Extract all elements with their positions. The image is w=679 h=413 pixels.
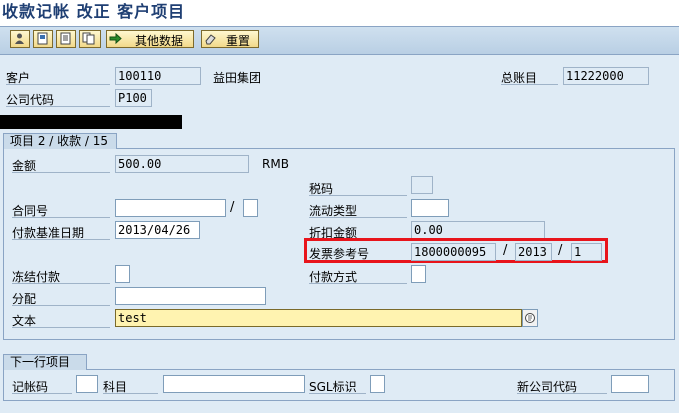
copy-icon: [82, 32, 95, 45]
redaction-bar: [0, 115, 182, 129]
contract-label-underline: [12, 217, 110, 218]
freeze-label-underline: [12, 283, 110, 284]
eraser-icon: [205, 34, 216, 45]
application-toolbar: 其他数据 重置: [0, 27, 679, 55]
reset-label: 重置: [226, 34, 251, 48]
contract-slash: /: [230, 200, 235, 215]
baseline-date-field[interactable]: 2013/04/26: [115, 221, 200, 239]
invoice-ref-number-field[interactable]: 1800000095: [411, 243, 496, 261]
other-data-button[interactable]: 其他数据: [106, 30, 194, 48]
customer-name: 益田集团: [213, 71, 262, 85]
currency-label: RMB: [262, 157, 289, 171]
invoice-ref-label: 发票参考号: [309, 247, 370, 261]
arrow-right-icon: [109, 32, 122, 45]
person-icon: [15, 33, 24, 44]
long-text-icon: [525, 313, 535, 323]
amount-field[interactable]: 500.00: [115, 155, 249, 173]
text-label-underline: [12, 327, 110, 328]
amount-label-underline: [12, 172, 110, 173]
baseline-label-underline: [12, 239, 110, 240]
posting-key-underline: [12, 393, 72, 394]
header-icon: [37, 32, 48, 45]
assignment-field[interactable]: [115, 287, 266, 305]
contract-field[interactable]: [115, 199, 226, 217]
customer-label-underline: [6, 84, 110, 85]
tax-code-field[interactable]: [411, 176, 433, 194]
invoice-slash-2: /: [558, 243, 563, 258]
new-company-underline: [517, 393, 607, 394]
invoice-slash-1: /: [503, 243, 508, 258]
account-field[interactable]: [163, 375, 305, 393]
tax-label-underline: [309, 195, 407, 196]
title-bar: 收款记帐 改正 客户项目: [0, 0, 679, 22]
freeze-payment-field[interactable]: [115, 265, 130, 283]
posting-key-field[interactable]: [76, 375, 98, 393]
document-icon-button[interactable]: [56, 30, 76, 48]
invoice-ref-item-field[interactable]: 1: [571, 243, 602, 261]
sgl-label-underline: [309, 393, 366, 394]
flow-label-underline: [309, 217, 407, 218]
page-title: 收款记帐 改正 客户项目: [2, 2, 186, 21]
contract-type-field[interactable]: [243, 199, 258, 217]
gl-account-field[interactable]: 11222000: [563, 67, 649, 85]
choose-icon-button[interactable]: [10, 30, 30, 48]
reset-button[interactable]: 重置: [201, 30, 259, 48]
payment-method-field[interactable]: [411, 265, 426, 283]
new-company-code-field[interactable]: [611, 375, 649, 393]
company-label-underline: [6, 106, 110, 107]
document-icon: [60, 32, 71, 45]
account-label-underline: [103, 393, 158, 394]
assignment-label-underline: [12, 305, 110, 306]
sgl-indicator-field[interactable]: [370, 375, 385, 393]
discount-field[interactable]: 0.00: [411, 221, 545, 239]
company-code-field[interactable]: P100: [115, 89, 152, 107]
gl-label-underline: [501, 84, 558, 85]
flow-type-field[interactable]: [411, 199, 449, 217]
item-group-title: 项目 2 / 收款 / 15: [3, 133, 117, 149]
payment-label-underline: [309, 283, 407, 284]
invoice-ref-year-field[interactable]: 2013: [515, 243, 552, 261]
copy-icon-button[interactable]: [79, 30, 101, 48]
next-line-group-title: 下一行项目: [3, 354, 87, 370]
customer-field[interactable]: 100110: [115, 67, 201, 85]
long-text-button[interactable]: [522, 309, 538, 327]
header-icon-button[interactable]: [33, 30, 53, 48]
text-field[interactable]: test: [115, 309, 522, 327]
other-data-label: 其他数据: [135, 34, 184, 48]
